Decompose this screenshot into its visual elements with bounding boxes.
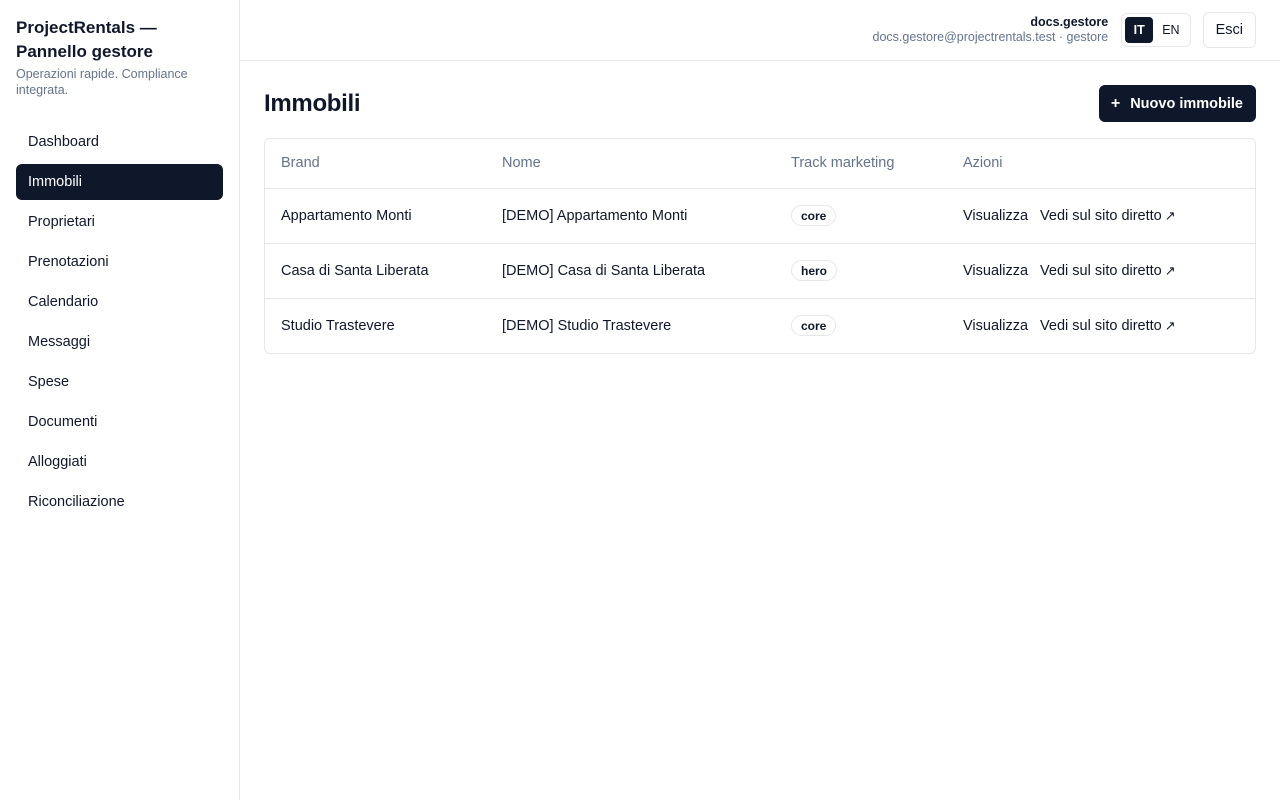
logout-button[interactable]: Esci bbox=[1202, 12, 1256, 48]
sidebar-nav: Dashboard Immobili Proprietari Prenotazi… bbox=[16, 124, 223, 520]
direct-site-link[interactable]: Vedi sul sito diretto ↗ bbox=[1040, 318, 1176, 334]
direct-site-link[interactable]: Vedi sul sito diretto ↗ bbox=[1040, 208, 1176, 224]
main-area: docs.gestore docs.gestore@projectrentals… bbox=[240, 0, 1280, 800]
new-property-label: Nuovo immobile bbox=[1130, 95, 1243, 112]
properties-table-card: Brand Nome Track marketing Azioni Appart… bbox=[264, 138, 1256, 354]
cell-nome: [DEMO] Appartamento Monti bbox=[486, 188, 775, 244]
sidebar-item-immobili[interactable]: Immobili bbox=[16, 164, 223, 200]
table-row: Appartamento Monti [DEMO] Appartamento M… bbox=[265, 188, 1255, 244]
language-switcher: IT EN bbox=[1121, 13, 1191, 47]
cell-track: core bbox=[775, 188, 947, 244]
sidebar-item-spese[interactable]: Spese bbox=[16, 364, 223, 400]
lang-en-button[interactable]: EN bbox=[1155, 17, 1186, 43]
cell-actions: Visualizza Vedi sul sito diretto ↗ bbox=[947, 243, 1255, 299]
sidebar: ProjectRentals — Pannello gestore Operaz… bbox=[0, 0, 240, 800]
external-link-icon: ↗ bbox=[1164, 262, 1176, 278]
direct-site-label: Vedi sul sito diretto bbox=[1040, 262, 1162, 279]
top-bar: docs.gestore docs.gestore@projectrentals… bbox=[240, 0, 1280, 61]
sidebar-item-messaggi[interactable]: Messaggi bbox=[16, 324, 223, 360]
external-link-icon: ↗ bbox=[1164, 317, 1176, 333]
user-name: docs.gestore bbox=[1030, 15, 1109, 29]
user-email: docs.gestore@projectrentals.test · gesto… bbox=[872, 30, 1109, 44]
track-badge: core bbox=[791, 315, 837, 337]
page-content: Immobili + Nuovo immobile Brand Nome Tra… bbox=[240, 61, 1280, 378]
column-header-azioni: Azioni bbox=[947, 139, 1255, 189]
direct-site-label: Vedi sul sito diretto bbox=[1040, 317, 1162, 334]
sidebar-item-documenti[interactable]: Documenti bbox=[16, 404, 223, 440]
page-title: Immobili bbox=[264, 89, 361, 117]
sidebar-item-dashboard[interactable]: Dashboard bbox=[16, 124, 223, 160]
direct-site-label: Vedi sul sito diretto bbox=[1040, 207, 1162, 224]
column-header-brand: Brand bbox=[265, 139, 486, 189]
cell-actions: Visualizza Vedi sul sito diretto ↗ bbox=[947, 298, 1255, 353]
track-badge: core bbox=[791, 205, 837, 226]
external-link-icon: ↗ bbox=[1164, 207, 1176, 223]
sidebar-item-alloggiati[interactable]: Alloggiati bbox=[16, 444, 223, 480]
table-row: Casa di Santa Liberata [DEMO] Casa di Sa… bbox=[265, 243, 1255, 299]
view-link[interactable]: Visualizza bbox=[963, 263, 1028, 279]
table-row: Studio Trastevere [DEMO] Studio Trasteve… bbox=[265, 298, 1255, 353]
new-property-button[interactable]: + Nuovo immobile bbox=[1098, 85, 1256, 122]
cell-track: core bbox=[775, 298, 947, 353]
plus-icon: + bbox=[1110, 94, 1121, 112]
cell-brand: Casa di Santa Liberata bbox=[265, 243, 486, 299]
track-badge: hero bbox=[791, 260, 838, 281]
sidebar-item-proprietari[interactable]: Proprietari bbox=[16, 204, 223, 240]
view-link[interactable]: Visualizza bbox=[963, 208, 1028, 224]
sidebar-item-riconciliazione[interactable]: Riconciliazione bbox=[16, 484, 223, 520]
user-info: docs.gestore docs.gestore@projectrentals… bbox=[873, 15, 1109, 45]
column-header-nome: Nome bbox=[486, 139, 775, 189]
column-header-track: Track marketing bbox=[775, 139, 947, 189]
table-header-row: Brand Nome Track marketing Azioni bbox=[265, 139, 1255, 189]
lang-it-button[interactable]: IT bbox=[1125, 17, 1154, 43]
cell-actions: Visualizza Vedi sul sito diretto ↗ bbox=[947, 188, 1255, 244]
cell-brand: Appartamento Monti bbox=[265, 188, 486, 244]
sidebar-item-prenotazioni[interactable]: Prenotazioni bbox=[16, 244, 223, 280]
app-subtitle: Operazioni rapide. Compliance integrata. bbox=[16, 67, 188, 97]
cell-nome: [DEMO] Casa di Santa Liberata bbox=[486, 243, 775, 299]
page-header: Immobili + Nuovo immobile bbox=[264, 85, 1256, 122]
sidebar-item-calendario[interactable]: Calendario bbox=[16, 284, 223, 320]
properties-table: Brand Nome Track marketing Azioni Appart… bbox=[265, 139, 1255, 353]
cell-nome: [DEMO] Studio Trastevere bbox=[502, 317, 672, 334]
app-title: ProjectRentals — Pannello gestore bbox=[16, 18, 157, 61]
app: ProjectRentals — Pannello gestore Operaz… bbox=[0, 0, 1280, 800]
view-link[interactable]: Visualizza bbox=[963, 318, 1028, 334]
cell-track: hero bbox=[775, 243, 947, 299]
cell-brand: Studio Trastevere bbox=[281, 317, 395, 334]
direct-site-link[interactable]: Vedi sul sito diretto ↗ bbox=[1040, 263, 1176, 279]
